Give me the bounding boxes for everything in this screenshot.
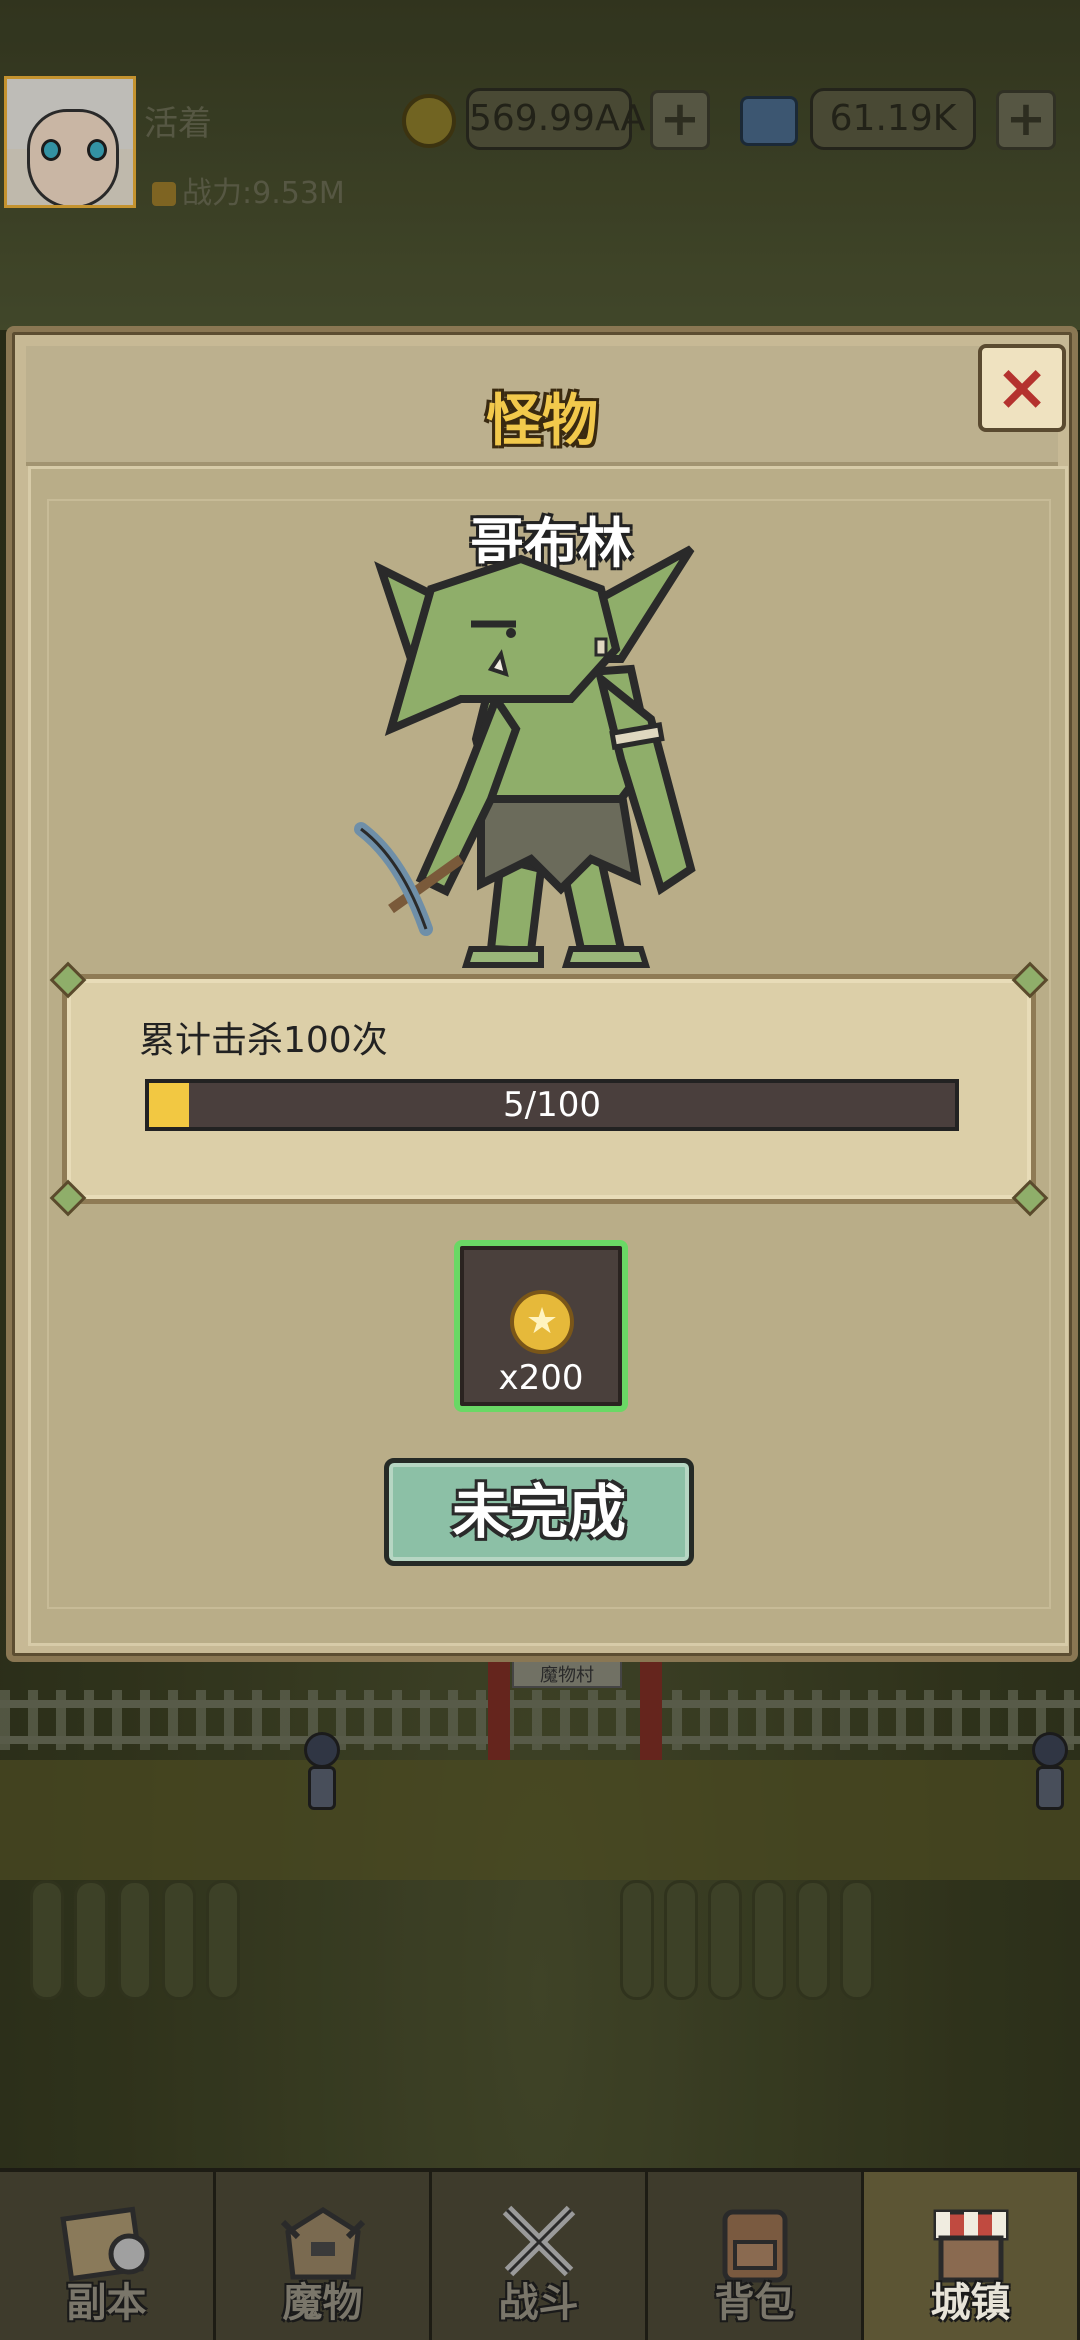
close-icon: × <box>995 351 1049 425</box>
nav-label: 副本 <box>66 2280 147 2326</box>
kill-progress-bar: 5/100 <box>145 1079 959 1131</box>
nav-label: 背包 <box>714 2280 795 2326</box>
goblin-illustration <box>354 545 696 968</box>
nav-item-battle[interactable]: 战斗 <box>432 2172 648 2340</box>
nav-item-town[interactable]: 城镇 <box>864 2172 1080 2340</box>
quest-panel: 累计击杀100次 5/100 <box>49 961 1049 1217</box>
modal-title: 怪物 <box>486 389 598 454</box>
nav-item-dungeon[interactable]: 副本 <box>0 2172 216 2340</box>
nav-label: 魔物 <box>282 2280 363 2326</box>
progress-label: 5/100 <box>503 1085 601 1125</box>
bottom-nav: 副本 魔物 战斗 背包 城镇 <box>0 2168 1080 2340</box>
status-button-label: 未完成 <box>451 1478 626 1546</box>
reward-item[interactable]: ★ x200 <box>454 1240 628 1412</box>
modal-title-bar: 怪物 <box>26 346 1058 466</box>
nav-label: 战斗 <box>498 2280 579 2326</box>
incomplete-status-button[interactable]: 未完成 <box>384 1458 694 1566</box>
quest-description: 累计击杀100次 <box>139 1020 388 1061</box>
reward-quantity: x200 <box>498 1358 584 1398</box>
nav-item-monster[interactable]: 魔物 <box>216 2172 432 2340</box>
nav-label: 城镇 <box>930 2280 1011 2326</box>
close-button[interactable]: × <box>978 344 1066 432</box>
monster-modal: 怪物 × 哥布林 累计击杀100次 5/100 ★ x200 未完成 <box>6 326 1078 1662</box>
gold-coin-icon: ★ <box>510 1290 574 1354</box>
nav-item-backpack[interactable]: 背包 <box>648 2172 864 2340</box>
